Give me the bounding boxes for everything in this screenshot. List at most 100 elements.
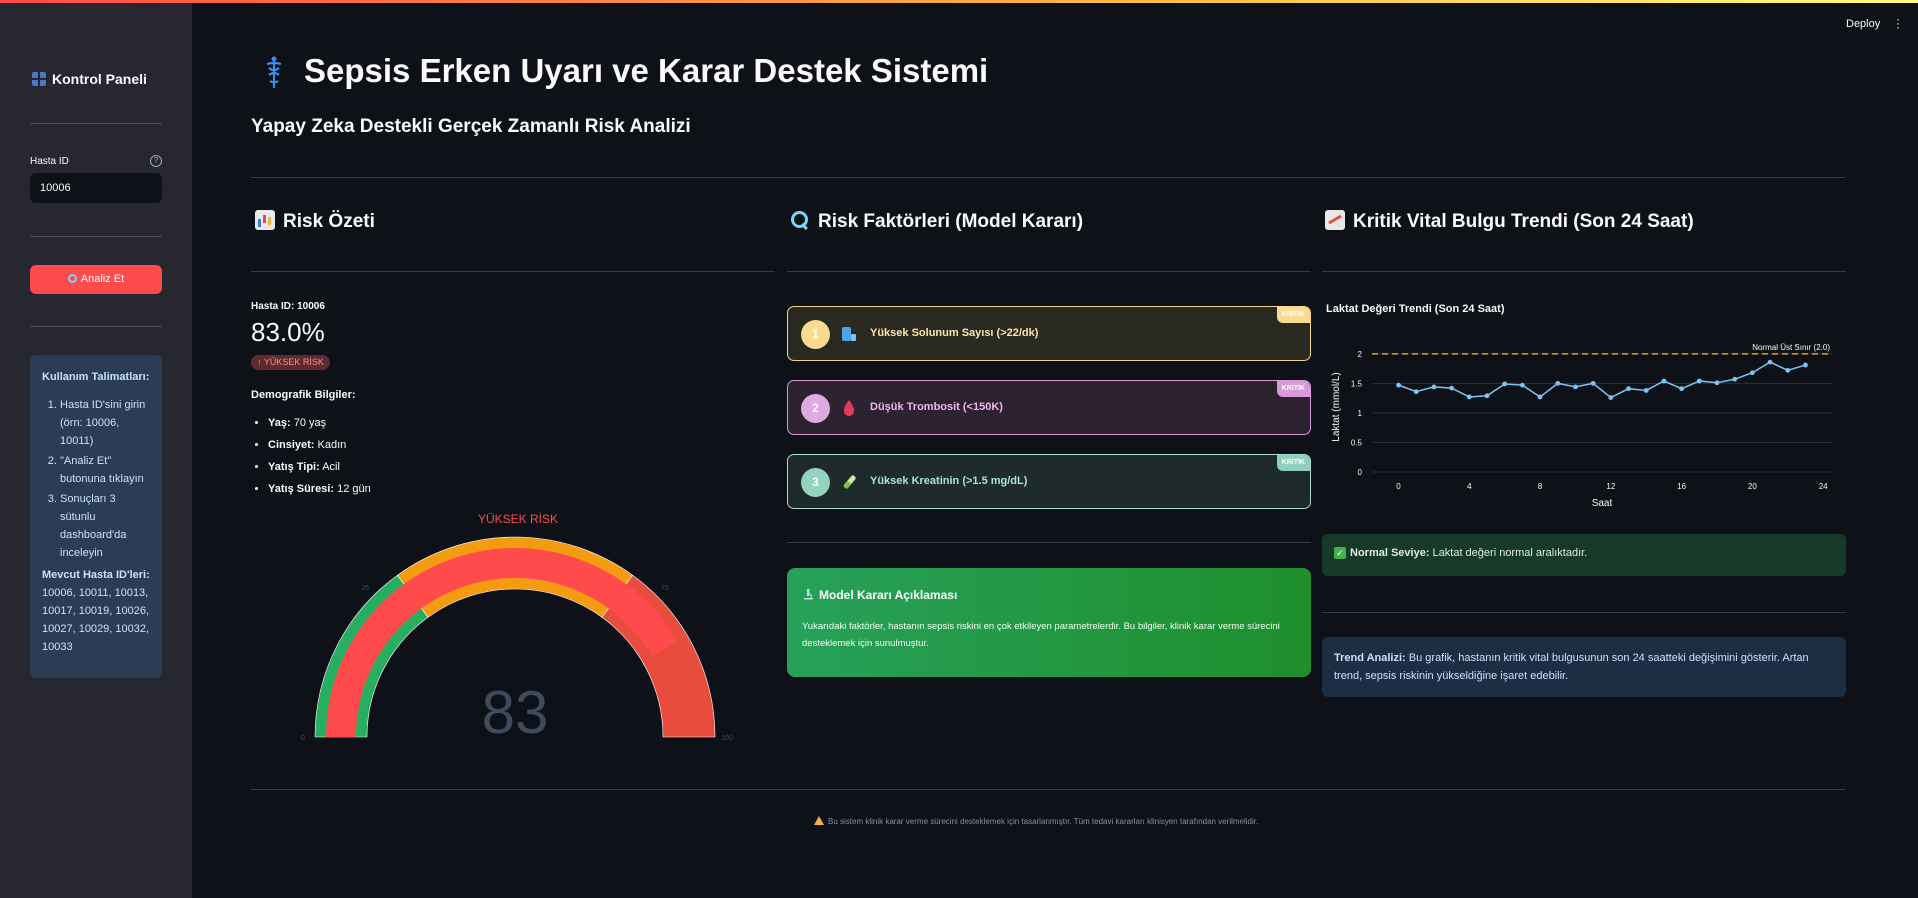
available-ids-title: Mevcut Hasta ID'leri: [42, 569, 150, 581]
y-axis-label: Laktat (mmol/L) [1331, 372, 1342, 441]
data-point [1643, 388, 1649, 393]
risk-factors-title-text: Risk Faktörleri (Model Kararı) [818, 211, 1084, 232]
risk-factor-label: Yüksek Kreatinin (>1.5 mg/dL) [870, 475, 1028, 487]
checkmark-icon: ✓ [1334, 547, 1346, 559]
gauge-title: YÜKSEK RİSK [478, 512, 559, 526]
demographic-value: Kadın [314, 439, 347, 451]
divider [1322, 271, 1846, 272]
trend-analysis-bold: Trend Analizi: [1334, 652, 1406, 664]
instructions-list: Hasta ID'sini girin (örn: 10006, 10011) … [42, 396, 150, 562]
series-line [1398, 361, 1806, 399]
caduceus-icon [266, 56, 282, 88]
x-tick-label: 16 [1677, 482, 1686, 491]
trend-analysis-text: Bu grafik, hastanın kritik vital bulgusu… [1334, 652, 1809, 682]
top-decoration-bar [0, 0, 1918, 3]
divider [251, 789, 1845, 790]
list-item: Yaş: 70 yaş [268, 417, 371, 439]
instructions-title: Kullanım Talimatları: [42, 371, 150, 383]
demographic-value: Acil [319, 461, 340, 473]
data-point [1396, 382, 1401, 388]
bar-chart-icon [255, 210, 275, 230]
risk-factor-card: 3 Yüksek Kreatinin (>1.5 mg/dL) KRİTİK [787, 454, 1311, 509]
demographic-key: Yaş: [268, 417, 291, 429]
status-text: Laktat değeri normal aralıktadır. [1429, 547, 1588, 559]
data-point [1466, 394, 1472, 400]
data-point [1431, 384, 1437, 390]
data-point [1449, 385, 1455, 391]
risk-rank: 3 [801, 468, 830, 497]
data-point [1679, 386, 1685, 392]
control-panel-icon [32, 72, 46, 86]
magnifier-icon [790, 210, 810, 230]
gauge-tick-label: 0 [301, 735, 305, 740]
footer-text: Bu sistem klinik karar verme sürecini de… [828, 817, 1259, 826]
instructions-box: Kullanım Talimatları: Hasta ID'sini giri… [30, 355, 162, 678]
risk-factor-label: Düşük Trombosit (<150K) [870, 401, 1003, 413]
help-icon[interactable]: ? [150, 155, 162, 167]
model-explanation-box: Model Kararı Açıklaması Yukarıdaki faktö… [787, 568, 1311, 677]
model-explanation-title-text: Model Kararı Açıklaması [819, 588, 958, 602]
analyze-button-label: Analiz Et [80, 273, 125, 285]
risk-badge: ↑ YÜKSEK RİSK [251, 355, 330, 370]
test-tube-icon [843, 475, 856, 489]
y-tick-label: 0 [1358, 468, 1363, 477]
x-tick-label: 8 [1538, 482, 1543, 491]
main-menu-icon[interactable]: · · · [1896, 13, 1900, 33]
model-explanation-title: Model Kararı Açıklaması [802, 588, 1296, 602]
chart-title: Laktat Değeri Trendi (Son 24 Saat) [1326, 303, 1505, 315]
microscope-icon [804, 589, 813, 600]
y-tick-label: 0.5 [1351, 438, 1363, 447]
critical-badge: KRİTİK [1276, 307, 1310, 323]
risk-gauge: 0255075100 83 [301, 536, 733, 740]
list-item: Yatış Süresi: 12 gün [268, 483, 371, 505]
demographics-list: Yaş: 70 yaş Cinsiyet: Kadın Yatış Tipi: … [268, 417, 371, 505]
critical-badge: KRİTİK [1276, 381, 1310, 397]
divider [30, 326, 162, 327]
risk-rank: 2 [801, 394, 830, 423]
gauge-tick-label: 75 [661, 585, 669, 592]
data-point [1590, 380, 1596, 386]
data-point [1749, 370, 1755, 376]
y-tick-label: 2 [1358, 350, 1363, 359]
data-point [1502, 381, 1508, 387]
demographic-value: 12 gün [334, 483, 371, 495]
list-item: Cinsiyet: Kadın [268, 439, 371, 461]
patient-id-input[interactable] [30, 173, 162, 203]
model-explanation-text: Yukarıdaki faktörler, hastanın sepsis ri… [802, 621, 1280, 649]
list-item: Yatış Tipi: Acil [268, 461, 371, 483]
x-tick-label: 4 [1467, 482, 1472, 491]
page-title: Sepsis Erken Uyarı ve Karar Destek Siste… [304, 52, 989, 89]
risk-factors-title: Risk Faktörleri (Model Kararı) [790, 210, 1083, 233]
lactate-trend-chart: Laktat Değeri Trendi (Son 24 Saat) Norma… [1326, 303, 1832, 509]
instruction-item: "Analiz Et" butonuna tıklayın [60, 452, 150, 488]
trend-chart-icon [1325, 210, 1345, 230]
gauge-value-text: 83 [482, 679, 549, 740]
threshold-label: Normal Üst Sınır (2.0) [1752, 343, 1830, 352]
patient-id-label: Hasta ID [30, 156, 69, 167]
data-point [1785, 367, 1791, 373]
data-point [1537, 394, 1543, 400]
demographic-key: Cinsiyet: [268, 439, 315, 451]
risk-factor-card: 2 Düşük Trombosit (<150K) KRİTİK [787, 380, 1311, 435]
risk-rank: 1 [801, 320, 830, 349]
divider [30, 236, 162, 237]
data-point [1519, 382, 1525, 388]
divider [30, 123, 162, 124]
x-tick-label: 0 [1396, 482, 1401, 491]
sidebar: Kontrol Paneli Hasta ID ? Analiz Et Kull… [0, 3, 192, 898]
x-tick-label: 24 [1819, 482, 1828, 491]
risk-factor-card: 1 Yüksek Solunum Sayısı (>22/dk) KRİTİK [787, 306, 1311, 361]
divider [251, 177, 1845, 178]
deploy-button[interactable]: Deploy [1846, 18, 1880, 30]
risk-summary-title: Risk Özeti [255, 210, 375, 233]
divider [1322, 612, 1846, 613]
data-point [1573, 384, 1578, 390]
data-point [1803, 362, 1808, 368]
data-point [1608, 395, 1614, 400]
demographic-key: Yatış Süresi: [268, 483, 335, 495]
analyze-button[interactable]: Analiz Et [30, 265, 162, 294]
lungs-icon [842, 327, 856, 341]
divider [787, 542, 1311, 543]
risk-factor-label: Yüksek Solunum Sayısı (>22/dk) [870, 327, 1039, 339]
instruction-item: Hasta ID'sini girin (örn: 10006, 10011) [60, 396, 150, 450]
